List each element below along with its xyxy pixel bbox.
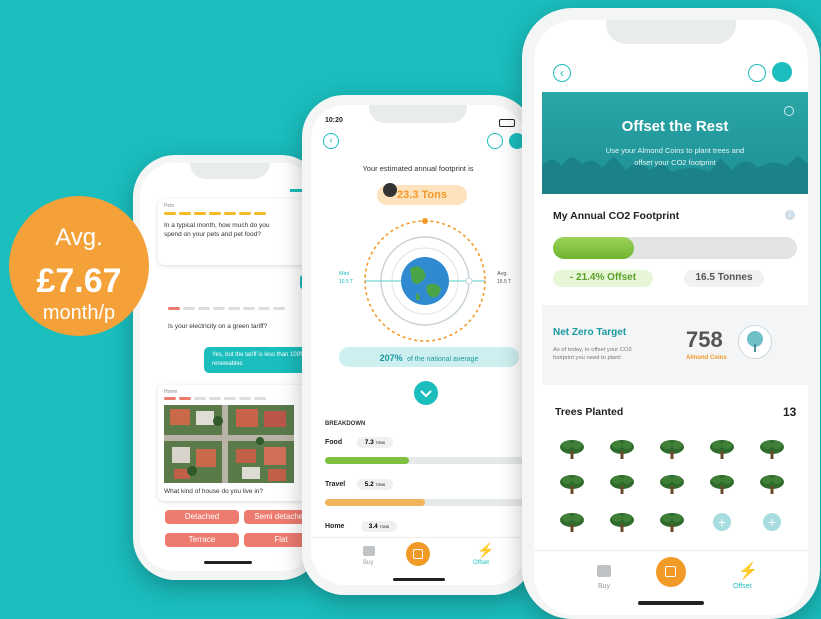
info-icon[interactable]: i <box>785 210 795 220</box>
back-button[interactable]: ‹ <box>323 133 339 149</box>
status-time: 10:20 <box>325 117 343 124</box>
tree-icon <box>608 437 636 466</box>
orbit-avg-value: 15.5 T <box>497 279 512 285</box>
question-tag: Pets <box>164 203 175 209</box>
tree-icon <box>558 437 586 466</box>
breakdown-value-chip: 5.2 TONS <box>357 479 393 490</box>
tree-icon <box>608 510 636 539</box>
tonnes-chip: 16.5 Tonnes <box>684 270 764 287</box>
question-tag: Home <box>164 389 178 395</box>
badge-period: month/p <box>42 302 116 324</box>
scan-icon <box>665 566 676 577</box>
net-zero-value: 758 <box>686 327 723 352</box>
net-zero-desc-1: As of today, to offset your CO2 <box>553 347 632 353</box>
phone-offset: ‹ Offset the Rest Use your Almond Coins … <box>522 8 820 619</box>
add-tree-button[interactable]: + <box>713 513 731 531</box>
aerial-houses-photo <box>164 405 294 483</box>
badge-avg-label: Avg. <box>55 224 103 251</box>
trees-planted-count: 13 <box>783 405 797 419</box>
national-average-pill: 207% of the national average <box>339 347 519 367</box>
tree-icon <box>558 472 586 501</box>
tree-icon <box>708 472 736 501</box>
home-indicator <box>393 578 445 581</box>
tree-icon <box>558 510 586 539</box>
question-text: Is your electricity on a green tariff? <box>168 323 268 330</box>
tree-icon <box>658 437 686 466</box>
profile-icon[interactable] <box>772 62 792 82</box>
scan-button[interactable] <box>406 542 430 566</box>
lightning-icon[interactable]: ⚡ <box>738 561 758 581</box>
breakdown-value-chip: 3.4 TONS <box>361 521 397 532</box>
battery-icon <box>499 119 515 127</box>
phone-questionnaire: Pets In a typical month, how much do you… <box>133 155 323 580</box>
breakdown-label: Travel <box>325 481 346 488</box>
tree-icon <box>658 510 686 539</box>
breakdown-title: BREAKDOWN <box>325 421 366 427</box>
question-card-pets: Pets In a typical month, how much do you… <box>158 199 308 265</box>
orbit-avg-label: Avg. <box>497 271 508 277</box>
tree-icon <box>708 437 736 466</box>
bag-icon[interactable] <box>363 546 375 556</box>
breakdown-fill-travel <box>325 499 425 506</box>
expand-chevron-button[interactable] <box>414 381 438 405</box>
phone-footprint: 10:20 ‹ Your estimated annual footprint … <box>302 95 534 595</box>
footprint-title: My Annual CO2 Footprint <box>553 210 680 222</box>
banner-search-icon[interactable] <box>784 106 794 116</box>
breakdown-label: Home <box>325 523 345 530</box>
question-card-home: Home What kind of house do you live in? <box>158 385 310 501</box>
scan-button[interactable] <box>656 557 686 587</box>
national-pct: 207% <box>379 353 403 363</box>
footprint-icon <box>383 183 397 197</box>
banner-subtitle-2: offset your CO2 footprint <box>634 158 716 167</box>
orbit-min-label: Mini <box>339 271 350 277</box>
chevron-down-icon <box>420 390 432 398</box>
net-zero-desc-2: footprint you need to plant: <box>553 355 622 361</box>
footprint-heading: Your estimated annual footprint is <box>362 164 474 173</box>
add-tree-button[interactable]: + <box>763 513 781 531</box>
home-indicator <box>638 601 704 605</box>
breakdown-value-chip: 7.3 TONS <box>357 437 393 448</box>
tree-icon <box>758 472 786 501</box>
banner-subtitle-1: Use your Almond Coins to plant trees and <box>605 146 745 155</box>
orbit-min-value: 10.5 T <box>339 279 354 285</box>
scan-icon <box>413 549 423 559</box>
tree-icon <box>658 472 686 501</box>
bottom-nav: Buy ⚡ Offset <box>311 537 525 585</box>
question-text: What kind of house do you live in? <box>164 488 264 495</box>
badge-amount: £7.67 <box>36 262 122 300</box>
nav-buy[interactable]: Buy <box>598 583 610 590</box>
question-text: In a typical month, how much do you spen… <box>164 222 270 238</box>
option-terrace[interactable]: Terrace <box>165 533 239 547</box>
footprint-fill <box>553 237 634 259</box>
net-zero-title: Net Zero Target <box>553 327 627 338</box>
offset-pct-chip: - 21.4% Offset <box>553 270 653 287</box>
home-indicator <box>204 561 252 564</box>
avg-price-badge: Avg. £7.67 month/p <box>9 196 149 336</box>
nav-buy[interactable]: Buy <box>363 560 373 566</box>
nav-offset[interactable]: Offset <box>733 583 752 590</box>
trees-planted-title: Trees Planted <box>555 406 624 418</box>
breakdown-label: Food <box>325 439 343 446</box>
tree-badge-icon <box>738 325 772 359</box>
tree-icon <box>608 472 636 501</box>
option-detached[interactable]: Detached <box>165 510 239 524</box>
back-button[interactable]: ‹ <box>553 64 571 82</box>
net-zero-unit: Almond Coins <box>686 355 727 361</box>
answer-bubble[interactable]: Yes, but the tariff is less than 100% re… <box>204 347 316 373</box>
search-icon[interactable] <box>748 64 766 82</box>
search-icon[interactable] <box>487 133 503 149</box>
tree-icon <box>758 437 786 466</box>
banner-title: Offset the Rest <box>621 118 729 135</box>
net-zero-card: Net Zero Target As of today, to offset y… <box>542 305 808 385</box>
national-text: of the national average <box>407 356 479 363</box>
breakdown-fill-food <box>325 457 409 464</box>
offset-banner: Offset the Rest Use your Almond Coins to… <box>542 92 808 194</box>
lightning-icon[interactable]: ⚡ <box>477 542 494 559</box>
bag-icon[interactable] <box>597 565 611 577</box>
footprint-orbit-graphic <box>364 218 486 342</box>
bottom-nav: Buy ⚡ Offset <box>534 550 808 615</box>
nav-offset[interactable]: Offset <box>473 560 489 566</box>
